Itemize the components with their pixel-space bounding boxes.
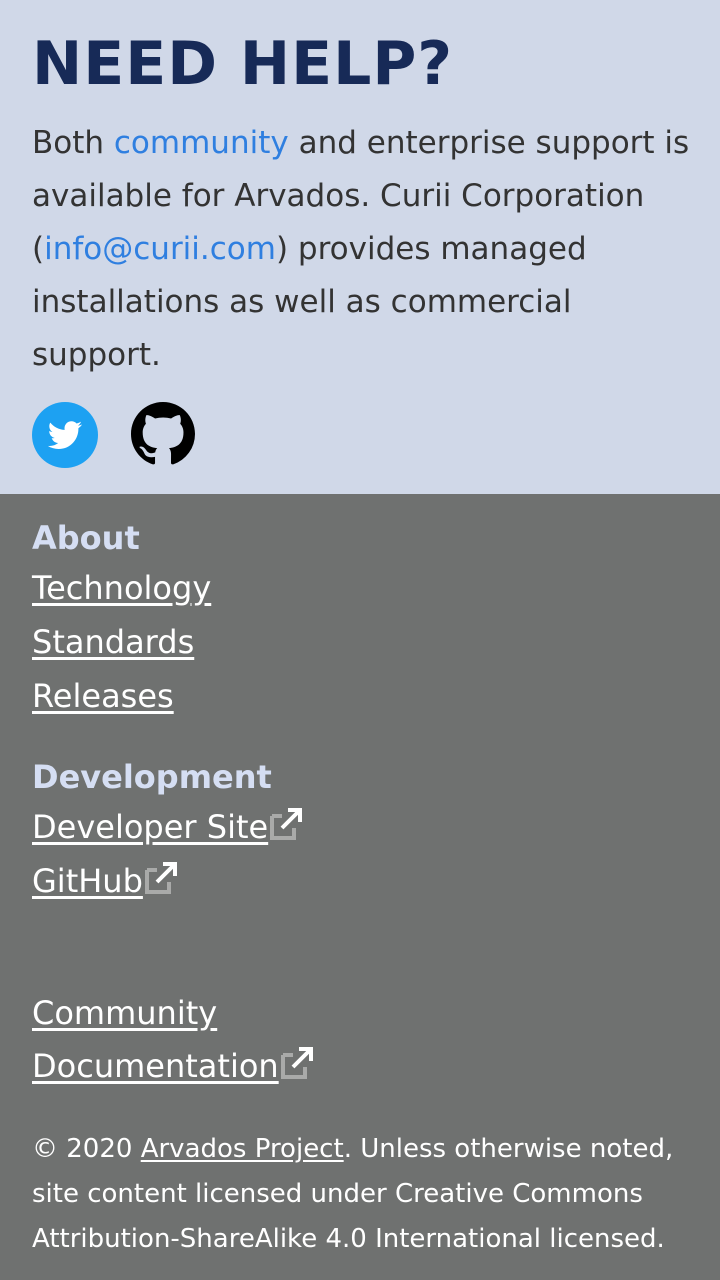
need-help-section: NEED HELP? Both community and enterprise…	[0, 0, 720, 494]
need-help-title: NEED HELP?	[32, 29, 454, 99]
documentation-label: Documentation	[32, 1047, 279, 1085]
email-link[interactable]: info@curii.com	[44, 231, 276, 267]
releases-link[interactable]: Releases	[32, 675, 174, 717]
community-link[interactable]: community	[114, 125, 289, 161]
twitter-icon	[32, 402, 98, 468]
about-heading: About	[32, 519, 140, 557]
technology-link[interactable]: Technology	[32, 567, 211, 609]
developer-site-link[interactable]: Developer Site	[32, 806, 304, 848]
copyright-prefix: © 2020	[32, 1134, 141, 1164]
development-heading: Development	[32, 758, 272, 796]
github-social-link[interactable]	[131, 402, 195, 466]
help-paragraph: Both community and enterprise support is…	[32, 117, 692, 382]
github-link[interactable]: GitHub	[32, 860, 179, 902]
help-text-1: Both	[32, 125, 114, 161]
twitter-link[interactable]	[32, 402, 98, 468]
developer-site-label: Developer Site	[32, 808, 269, 846]
external-link-icon	[270, 808, 303, 840]
documentation-link[interactable]: Documentation	[32, 1045, 315, 1087]
external-link-icon	[280, 1047, 313, 1079]
standards-link[interactable]: Standards	[32, 621, 194, 663]
github-icon	[131, 402, 195, 465]
arvados-project-link[interactable]: Arvados Project	[141, 1134, 344, 1164]
community-footer-link[interactable]: Community	[32, 992, 217, 1034]
external-link-icon	[144, 862, 177, 894]
github-label: GitHub	[32, 862, 143, 900]
copyright-notice: © 2020 Arvados Project. Unless otherwise…	[32, 1127, 702, 1262]
